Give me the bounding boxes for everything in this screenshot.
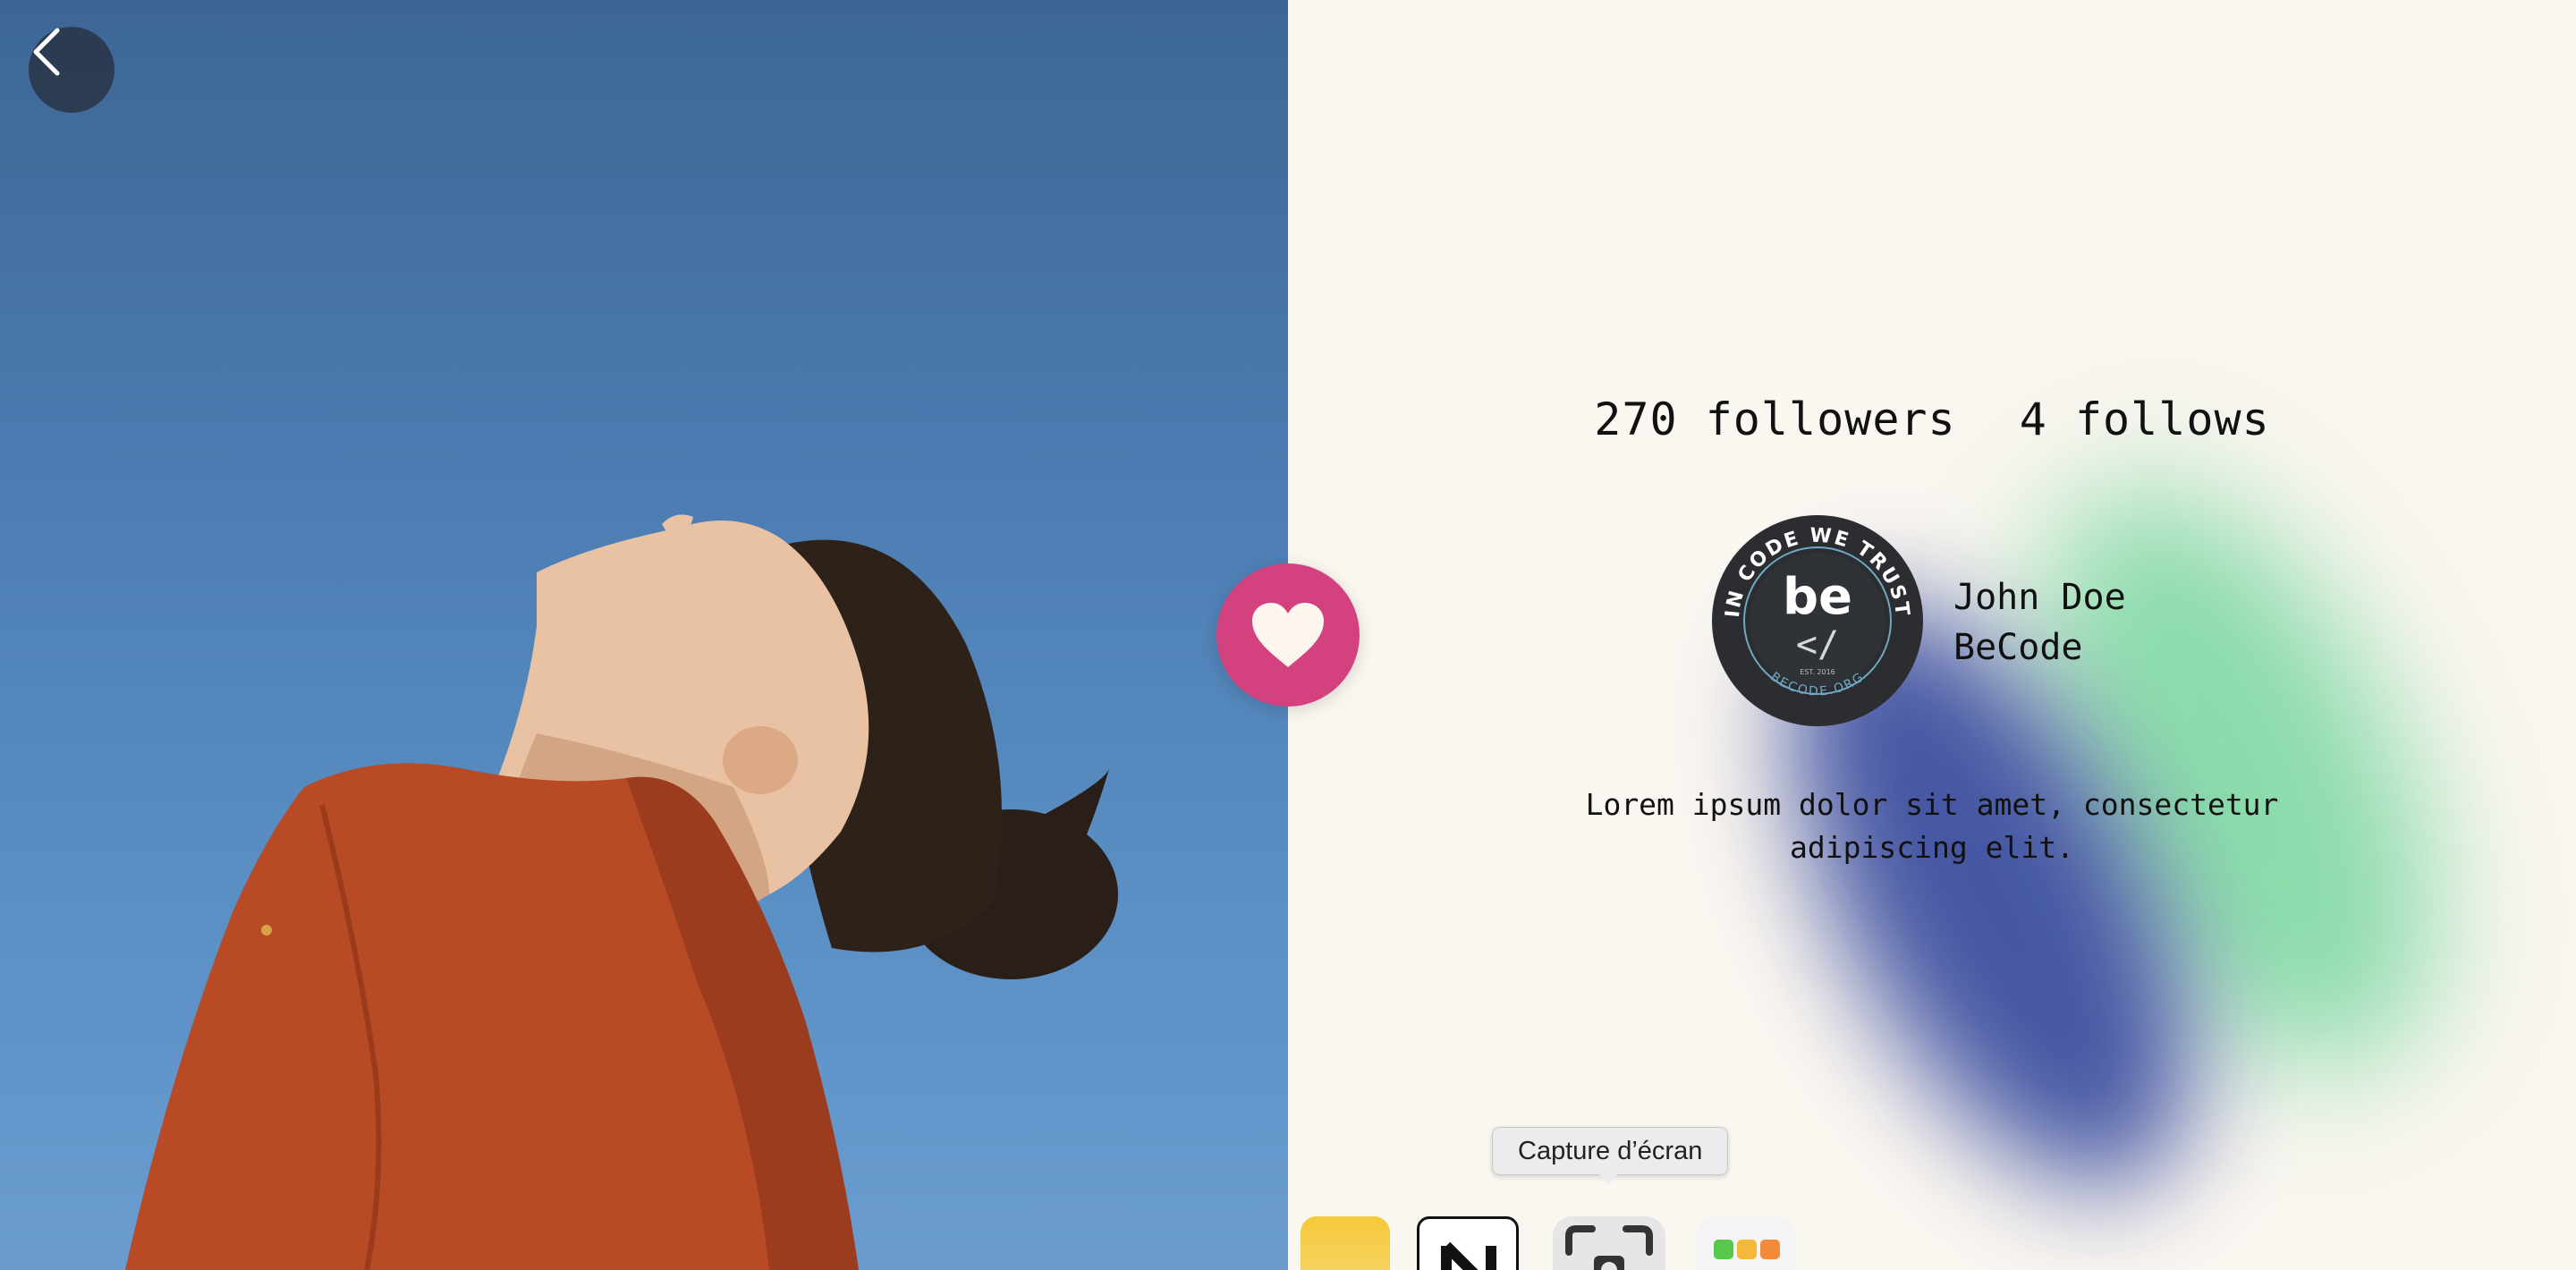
launchpad-dot	[1714, 1240, 1733, 1259]
dock-tooltip-tail	[1597, 1173, 1619, 1185]
avatar: IN CODE WE TRUST be </ EST. 2016 BECODE.…	[1712, 515, 1923, 726]
profile-name: John Doe	[1953, 577, 2126, 618]
profile-identity: John Doe BeCode	[1953, 572, 2126, 673]
notion-glyph	[1441, 1241, 1496, 1270]
notes-icon[interactable]	[1301, 1216, 1390, 1270]
notion-icon[interactable]	[1417, 1216, 1519, 1270]
photo-illustration	[125, 514, 1118, 1270]
profile-photo	[0, 0, 1288, 1270]
avatar-wordmark: be	[1783, 568, 1852, 626]
followers-count[interactable]: 270 followers	[1594, 394, 1955, 445]
profile-details: 270 followers 4 follows IN CODE WE TRUST…	[1288, 0, 2576, 1270]
like-button[interactable]	[1216, 563, 1360, 707]
screenshot-icon[interactable]	[1553, 1216, 1665, 1270]
profile-bio: Lorem ipsum dolor sit amet, consectetur …	[1585, 787, 2279, 865]
follow-stats: 270 followers 4 follows	[1288, 394, 2576, 445]
camera-frame-icon	[1565, 1225, 1653, 1270]
heart-icon	[1252, 603, 1324, 667]
back-button[interactable]	[29, 27, 114, 113]
chevron-left-icon	[33, 28, 60, 76]
dock-tooltip: Capture d’écran	[1492, 1127, 1729, 1175]
launchpad-dot	[1737, 1240, 1757, 1259]
launchpad-dot	[1760, 1240, 1780, 1259]
avatar-glyph: </	[1796, 624, 1839, 665]
follows-count[interactable]: 4 follows	[2020, 394, 2270, 445]
avatar-est: EST. 2016	[1800, 668, 1835, 676]
profile-organization: BeCode	[1953, 627, 2083, 668]
launchpad-icon[interactable]	[1696, 1216, 1796, 1270]
profile-page: 270 followers 4 follows IN CODE WE TRUST…	[0, 0, 2576, 1270]
